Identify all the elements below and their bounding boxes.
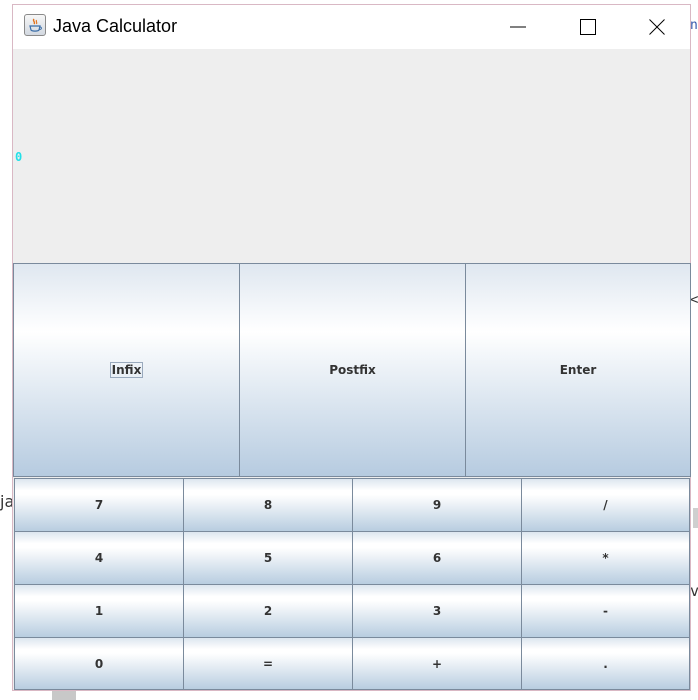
minimize-button[interactable]	[483, 5, 553, 49]
key-label: +	[431, 656, 443, 671]
key-label: 2	[263, 604, 273, 618]
background-fragment: <	[690, 292, 698, 308]
decimal-button[interactable]: .	[521, 637, 690, 690]
key-label: =	[262, 656, 274, 671]
key-7-button[interactable]: 7	[14, 478, 184, 532]
key-label: /	[603, 498, 608, 512]
calculator-window: Java Calculator 0 Infix Postfix Enter 7 …	[12, 4, 691, 691]
key-label: *	[602, 551, 609, 565]
key-6-button[interactable]: 6	[352, 531, 522, 585]
key-3-button[interactable]: 3	[352, 584, 522, 638]
key-1-button[interactable]: 1	[14, 584, 184, 638]
key-2-button[interactable]: 2	[183, 584, 353, 638]
background-bar	[693, 508, 698, 528]
divide-button[interactable]: /	[521, 478, 690, 532]
postfix-button-label: Postfix	[329, 363, 376, 377]
display-value: 0	[15, 150, 23, 164]
add-button[interactable]: +	[352, 637, 522, 690]
close-icon	[649, 19, 665, 35]
java-icon	[24, 14, 46, 36]
key-5-button[interactable]: 5	[183, 531, 353, 585]
infix-button-label: Infix	[109, 362, 144, 378]
calculator-display: 0	[13, 49, 690, 264]
key-9-button[interactable]: 9	[352, 478, 522, 532]
equals-button[interactable]: =	[183, 637, 353, 690]
key-label: 0	[94, 656, 104, 671]
postfix-button[interactable]: Postfix	[239, 263, 466, 477]
key-4-button[interactable]: 4	[14, 531, 184, 585]
key-label: 9	[432, 498, 442, 512]
subtract-button[interactable]: -	[521, 584, 690, 638]
key-label: 3	[432, 604, 442, 618]
key-label: 7	[94, 498, 104, 512]
window-title: Java Calculator	[53, 16, 178, 36]
key-label: 6	[432, 551, 442, 565]
maximize-icon	[580, 19, 596, 35]
key-0-button[interactable]: 0	[14, 637, 184, 690]
multiply-button[interactable]: *	[521, 531, 690, 585]
key-label: .	[603, 656, 608, 671]
key-label: 5	[263, 551, 273, 565]
key-8-button[interactable]: 8	[183, 478, 353, 532]
minimize-icon	[510, 26, 526, 28]
key-label: 1	[94, 604, 104, 618]
key-label: 4	[94, 551, 104, 565]
key-label: 8	[263, 498, 273, 512]
title-bar[interactable]: Java Calculator	[13, 5, 690, 49]
maximize-button[interactable]	[553, 5, 623, 49]
key-label: -	[603, 604, 608, 618]
enter-button[interactable]: Enter	[465, 263, 691, 477]
enter-button-label: Enter	[559, 363, 597, 377]
background-fragment: v	[690, 582, 698, 600]
infix-button[interactable]: Infix	[13, 263, 240, 477]
background-scrollbar	[52, 691, 76, 700]
close-button[interactable]	[622, 5, 692, 49]
